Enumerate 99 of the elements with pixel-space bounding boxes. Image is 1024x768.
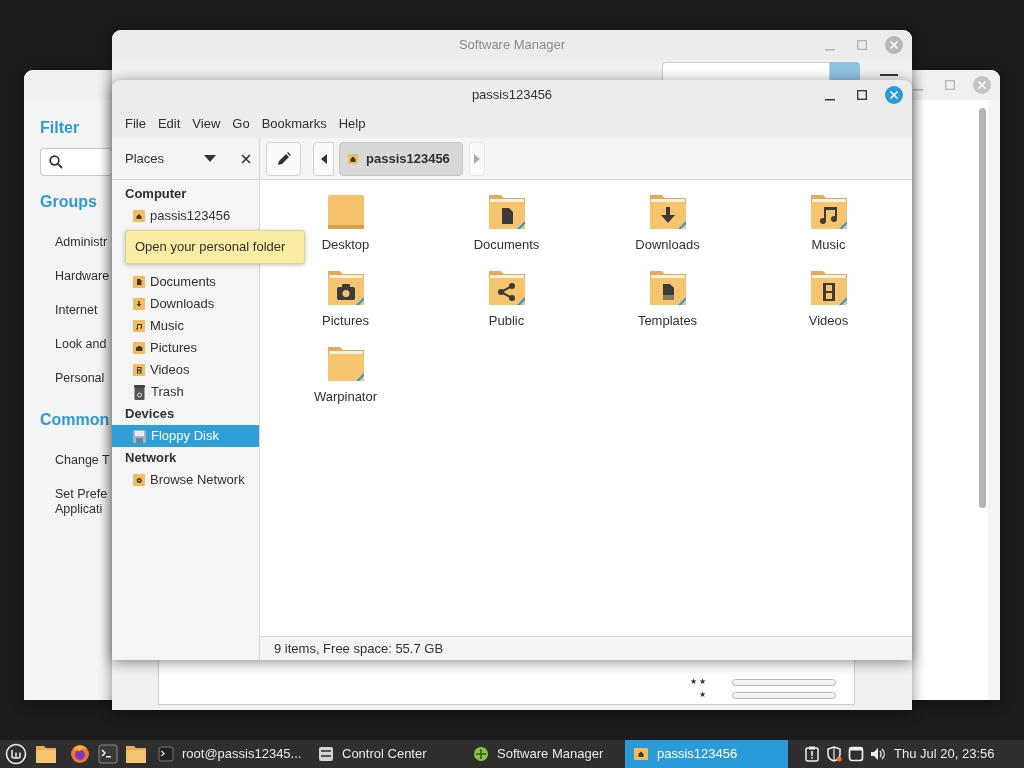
sidebar-heading: Computer [124,185,188,203]
music-icon [133,320,145,332]
download-folder-icon[interactable] [647,192,688,232]
sidebar-item[interactable]: Browse Network [112,469,259,491]
taskbar-button[interactable]: Software Manager [465,740,625,768]
terminal-icon [97,743,119,765]
sidebar-item[interactable]: Documents [112,271,259,293]
browser-icon [69,743,91,765]
category-item[interactable]: Set Prefe Applicati [55,487,108,517]
close-icon [885,36,903,54]
back-button[interactable] [313,141,334,176]
menu-item[interactable]: Go [227,112,255,136]
terminal-icon [158,746,174,762]
category-item[interactable]: Look and [55,337,107,352]
download-icon [133,298,145,310]
window-title: passis123456 [471,86,553,105]
home-folder-icon [633,746,649,762]
file-name: Pictures [322,313,369,329]
location-button[interactable]: passis123456 [339,141,463,176]
home-icon [348,153,358,164]
film-folder-icon[interactable] [808,268,849,308]
caret-icon[interactable] [204,155,217,162]
volume-icon[interactable] [870,746,886,762]
file-name: Public [488,313,525,329]
window-title: Software Manager [458,36,566,55]
document-icon [133,276,145,288]
menu-item[interactable]: Help [333,112,371,136]
sidebar-item[interactable]: Pictures [112,337,259,359]
edit-button[interactable] [266,141,301,176]
category-item[interactable]: Hardware [55,269,110,284]
network-icon [133,474,145,486]
left-arrow-icon [320,153,327,164]
pencil-icon [276,151,291,166]
maximize-icon [857,40,867,50]
menu-logo-icon [5,743,27,765]
sidebar-item[interactable]: Trash [112,381,259,403]
home-icon [133,210,145,222]
rating-label: ★ ★ [689,677,706,687]
floppy-icon [133,429,146,443]
category-item[interactable]: Administr [55,235,108,250]
minimize-icon [913,89,923,91]
window-icon[interactable] [848,746,864,762]
section-heading: Filter [40,118,80,138]
sidebar-item[interactable]: Videos [112,359,259,381]
places-dropdown[interactable]: Places [125,148,165,169]
search-icon [49,155,63,169]
category-item[interactable]: Personal [55,371,105,386]
category-item[interactable]: Internet [55,303,98,318]
music-folder-icon[interactable] [808,192,849,232]
maximize-icon [945,80,955,90]
minimize-icon [825,99,835,101]
taskbar-button[interactable]: Control Center [310,740,465,768]
search-field[interactable] [662,62,830,80]
camera-icon [133,342,145,354]
menu-item[interactable]: Edit [152,112,186,136]
search-field[interactable] [40,148,112,176]
folder-icon [125,743,147,765]
file-name: Documents [473,237,540,253]
trash-icon [133,384,146,400]
settings-icon [318,746,334,762]
status-text: 9 items, Free space: 55.7 GB [260,636,912,660]
sidebar-heading: Network [124,449,178,467]
file-name: Desktop [321,237,370,253]
close-icon [885,86,903,104]
sidebar-item[interactable]: Music [112,315,259,337]
close-icon[interactable] [241,153,252,164]
right-arrow-icon [474,153,480,164]
maximize-icon [857,90,867,100]
share-folder-icon[interactable] [486,268,527,308]
menu-item[interactable]: Bookmarks [256,112,332,136]
scrollbar[interactable] [979,108,986,508]
file-name: Music [811,237,846,253]
shield-icon[interactable] [826,746,842,762]
file-name: Videos [808,313,849,329]
file-name: Warpinator [313,389,378,405]
section-heading: Groups [40,192,97,212]
clipboard-icon[interactable] [804,746,820,762]
film-icon [133,364,145,376]
menu-item[interactable]: View [187,112,226,136]
section-heading: Common [40,410,110,430]
rating-label: ★ [699,690,706,700]
sidebar-heading: Devices [124,405,176,423]
file-name: Templates [637,313,698,329]
close-button[interactable] [884,85,904,105]
document-folder-icon[interactable] [486,192,527,232]
menu-item[interactable]: File [120,112,151,136]
tooltip: Open your personal folder [125,230,305,264]
camera-folder-icon[interactable] [325,268,366,308]
file-name: Downloads [635,237,700,253]
sidebar-item[interactable]: Downloads [112,293,259,315]
clock[interactable]: Thu Jul 20, 23:56 [894,744,995,764]
close-icon [973,76,991,94]
minimize-icon [825,49,835,51]
template-folder-icon[interactable] [647,268,688,308]
sidebar-item[interactable]: passis123456 [112,205,259,227]
category-item[interactable]: Change T [55,453,110,468]
taskbar-button[interactable]: root@passis12345... [150,740,310,768]
package-icon [473,746,489,762]
folder-icon [35,743,57,765]
